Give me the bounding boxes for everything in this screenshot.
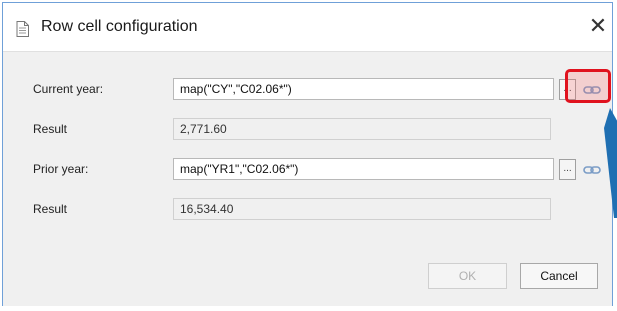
pointer-arrow — [604, 108, 617, 218]
prior-year-browse-button[interactable]: ... — [559, 159, 576, 180]
link-icon-highlight — [565, 69, 611, 103]
current-year-label: Current year: — [33, 82, 104, 96]
result-value-2: 16,534.40 — [173, 198, 551, 220]
title-bar: Row cell configuration ✕ — [3, 3, 612, 51]
result-label-2: Result — [33, 202, 68, 216]
prior-year-label: Prior year: — [33, 162, 89, 176]
cancel-button[interactable]: Cancel — [520, 263, 598, 289]
row-cell-configuration-dialog: Row cell configuration ✕ Current year: m… — [2, 2, 613, 306]
result-label-1: Result — [33, 122, 68, 136]
current-year-input[interactable]: map("CY","C02.06*") — [173, 78, 554, 100]
dialog-title: Row cell configuration — [41, 18, 198, 35]
ok-button[interactable]: OK — [428, 263, 507, 289]
close-button[interactable]: ✕ — [585, 13, 611, 39]
result-value-1: 2,771.60 — [173, 118, 551, 140]
prior-year-input[interactable]: map("YR1","C02.06*") — [173, 158, 554, 180]
document-icon — [16, 21, 29, 37]
